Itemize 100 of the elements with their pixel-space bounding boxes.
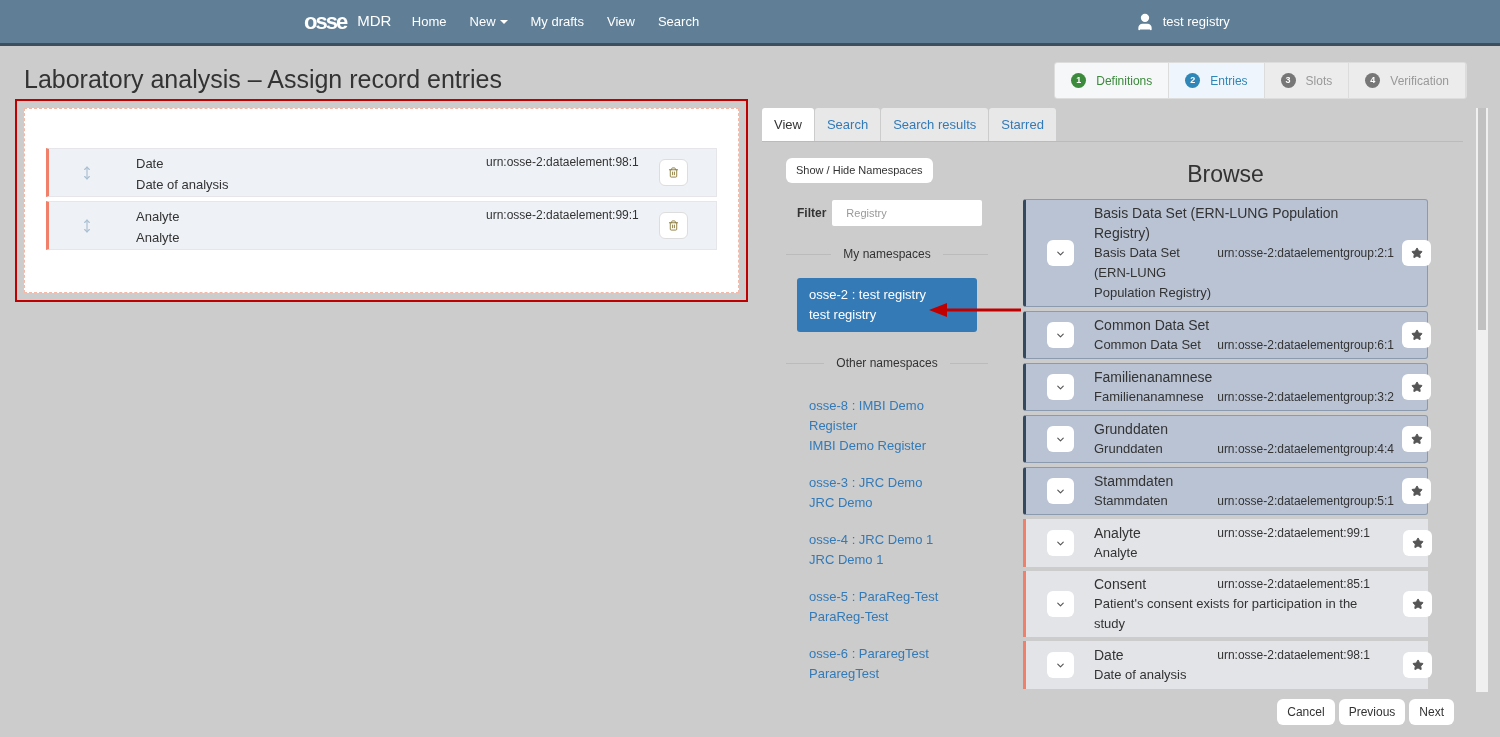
namespace-item[interactable]: osse-8 : IMBI Demo Register IMBI Demo Register [797, 390, 977, 462]
step-label: Slots [1305, 72, 1333, 90]
step-number: 3 [1280, 73, 1296, 88]
step-number: 2 [1185, 73, 1201, 88]
star-icon [1411, 598, 1424, 610]
urn-text: urn:osse-2:dataelement:99:1 [486, 207, 639, 224]
tab[interactable]: View [762, 108, 814, 141]
star-button[interactable] [1402, 426, 1431, 452]
designation-text: Date [136, 155, 165, 173]
star-button[interactable] [1402, 478, 1431, 504]
expand-button[interactable] [1046, 426, 1074, 452]
tab[interactable]: Search results [881, 108, 989, 141]
star-button[interactable] [1403, 652, 1432, 678]
expand-button[interactable] [1046, 322, 1074, 348]
expand-button[interactable] [1046, 240, 1074, 266]
tab[interactable]: Search [814, 108, 881, 141]
definition-text: Familienanamnese [1094, 388, 1205, 406]
urn-text: urn:osse-2:dataelementgroup:2:1 [1217, 245, 1394, 262]
step-label: Definitions [1096, 72, 1153, 90]
step-label: Verification [1390, 72, 1449, 90]
browse-item[interactable]: Familienanamnese Familienanamnese urn:osse-2:dataelementgroup:3:2 [1023, 363, 1428, 411]
section-heading: My namespaces [842, 246, 932, 263]
user-link[interactable]: test registry [1162, 11, 1230, 32]
delete-button[interactable] [659, 159, 688, 186]
trash-icon [668, 220, 679, 231]
filter-field[interactable]: Registry [832, 200, 983, 226]
definition-text: Date of analysis [1094, 666, 1188, 684]
star-button[interactable] [1402, 322, 1431, 348]
urn-text: urn:osse-2:dataelementgroup:3:2 [1217, 389, 1394, 406]
namespace-item[interactable]: osse-4 : JRC Demo 1 JRC Demo 1 [797, 524, 977, 576]
namespace-item[interactable]: osse-6 : PararegTest PararegTest [797, 638, 977, 690]
browse-item[interactable]: Common Data Set Common Data Set urn:osse-2:dataelementgroup:6:1 [1023, 311, 1428, 359]
urn-text: urn:osse-2:dataelement:99:1 [1217, 526, 1370, 540]
star-icon [1410, 485, 1423, 497]
star-icon [1411, 537, 1424, 549]
urn-text: urn:osse-2:dataelementgroup:6:1 [1217, 337, 1394, 354]
urn-text: urn:osse-2:dataelement:98:1 [486, 154, 639, 171]
browse-item[interactable]: Grunddaten Grunddaten urn:osse-2:dataelementgroup:4:4 [1023, 415, 1428, 463]
nav-link[interactable]: Home [400, 11, 458, 32]
wizard-step[interactable]: 2 Entries [1169, 63, 1265, 98]
tab[interactable]: Starred [989, 108, 1056, 141]
wizard-step[interactable]: 3 Slots [1264, 63, 1350, 98]
star-button[interactable] [1403, 591, 1432, 617]
browse-title: Browse [1186, 160, 1265, 189]
definition-text: Date of analysis [136, 176, 230, 194]
designation-text: Stammdaten [1094, 472, 1175, 491]
namespace-item[interactable]: osse-3 : JRC Demo JRC Demo [797, 467, 977, 519]
designation-text: Analyte [136, 208, 181, 226]
definition-text: Patient's consent exists for participation in the study [1094, 595, 1359, 633]
designation-text: Familienanamnese [1094, 368, 1214, 387]
definition-text: Analyte [136, 229, 181, 247]
footer-button[interactable]: Previous [1338, 699, 1406, 725]
definition-text: Stammdaten [1094, 492, 1169, 510]
entry-row[interactable]: Date Date of analysis urn:osse-2:dataelement:98:1 [46, 148, 717, 197]
star-icon [1410, 381, 1423, 393]
footer-button[interactable]: Next [1409, 699, 1454, 725]
expand-button[interactable] [1046, 478, 1074, 504]
namespace-item[interactable]: osse-5 : ParaReg-Test ParaReg-Test [797, 581, 977, 633]
star-button[interactable] [1402, 374, 1431, 400]
urn-text: urn:osse-2:dataelement:85:1 [1217, 577, 1370, 591]
definition-text: Basis Data Set (ERN-LUNG Population Registry) [1094, 244, 1213, 302]
delete-button[interactable] [659, 212, 688, 239]
nav-link[interactable]: Search [646, 11, 711, 32]
definition-text: Common Data Set [1094, 336, 1202, 354]
logo[interactable]: osse [304, 5, 347, 38]
designation-text: Date [1094, 646, 1125, 665]
nav-link[interactable]: New [458, 11, 520, 32]
arrow-icon [929, 303, 1021, 317]
page-title: Laboratory analysis – Assign record entries [24, 64, 504, 95]
star-button[interactable] [1403, 530, 1432, 556]
designation-text: Common Data Set [1094, 316, 1211, 335]
designation-text: Basis Data Set (ERN-LUNG Population Registry) [1094, 204, 1340, 243]
star-icon [1411, 659, 1424, 671]
nav-link[interactable]: View [595, 11, 647, 32]
star-icon [1410, 247, 1423, 259]
footer-button[interactable]: Cancel [1277, 699, 1335, 725]
urn-text: urn:osse-2:dataelement:98:1 [1217, 648, 1370, 662]
definition-text: Grunddaten [1094, 440, 1164, 458]
star-icon [1410, 433, 1423, 445]
designation-text: Grunddaten [1094, 420, 1169, 439]
expand-button[interactable] [1046, 374, 1074, 400]
filter-label: Filter [797, 205, 827, 222]
definition-text: Analyte [1094, 544, 1139, 562]
designation-text: Analyte [1094, 524, 1142, 543]
brand-text[interactable]: MDR [357, 10, 392, 33]
star-button[interactable] [1402, 240, 1431, 266]
browse-item[interactable]: Stammdaten Stammdaten urn:osse-2:dataelementgroup:5:1 [1023, 467, 1428, 515]
star-icon [1410, 329, 1423, 341]
toggle-namespaces-button[interactable]: Show / Hide Namespaces [786, 158, 933, 183]
entry-row[interactable]: Analyte Analyte urn:osse-2:dataelement:99:1 [46, 201, 717, 250]
step-number: 4 [1365, 73, 1381, 88]
wizard-step[interactable]: 1 Definitions [1055, 63, 1170, 98]
urn-text: urn:osse-2:dataelementgroup:5:1 [1217, 493, 1394, 510]
step-label: Entries [1210, 72, 1248, 90]
nav-link[interactable]: My drafts [519, 11, 596, 32]
wizard-step[interactable]: 4 Verification [1349, 63, 1466, 98]
namespace-item[interactable]: osse-2 : test registry test registry [797, 278, 977, 332]
trash-icon [668, 167, 679, 178]
urn-text: urn:osse-2:dataelementgroup:4:4 [1217, 441, 1394, 458]
browse-item[interactable]: Basis Data Set (ERN-LUNG Population Registry) Basis Data Set (ERN-LUNG Population Registry) urn:osse-2:dataelementgroup:2:1 [1023, 199, 1428, 307]
